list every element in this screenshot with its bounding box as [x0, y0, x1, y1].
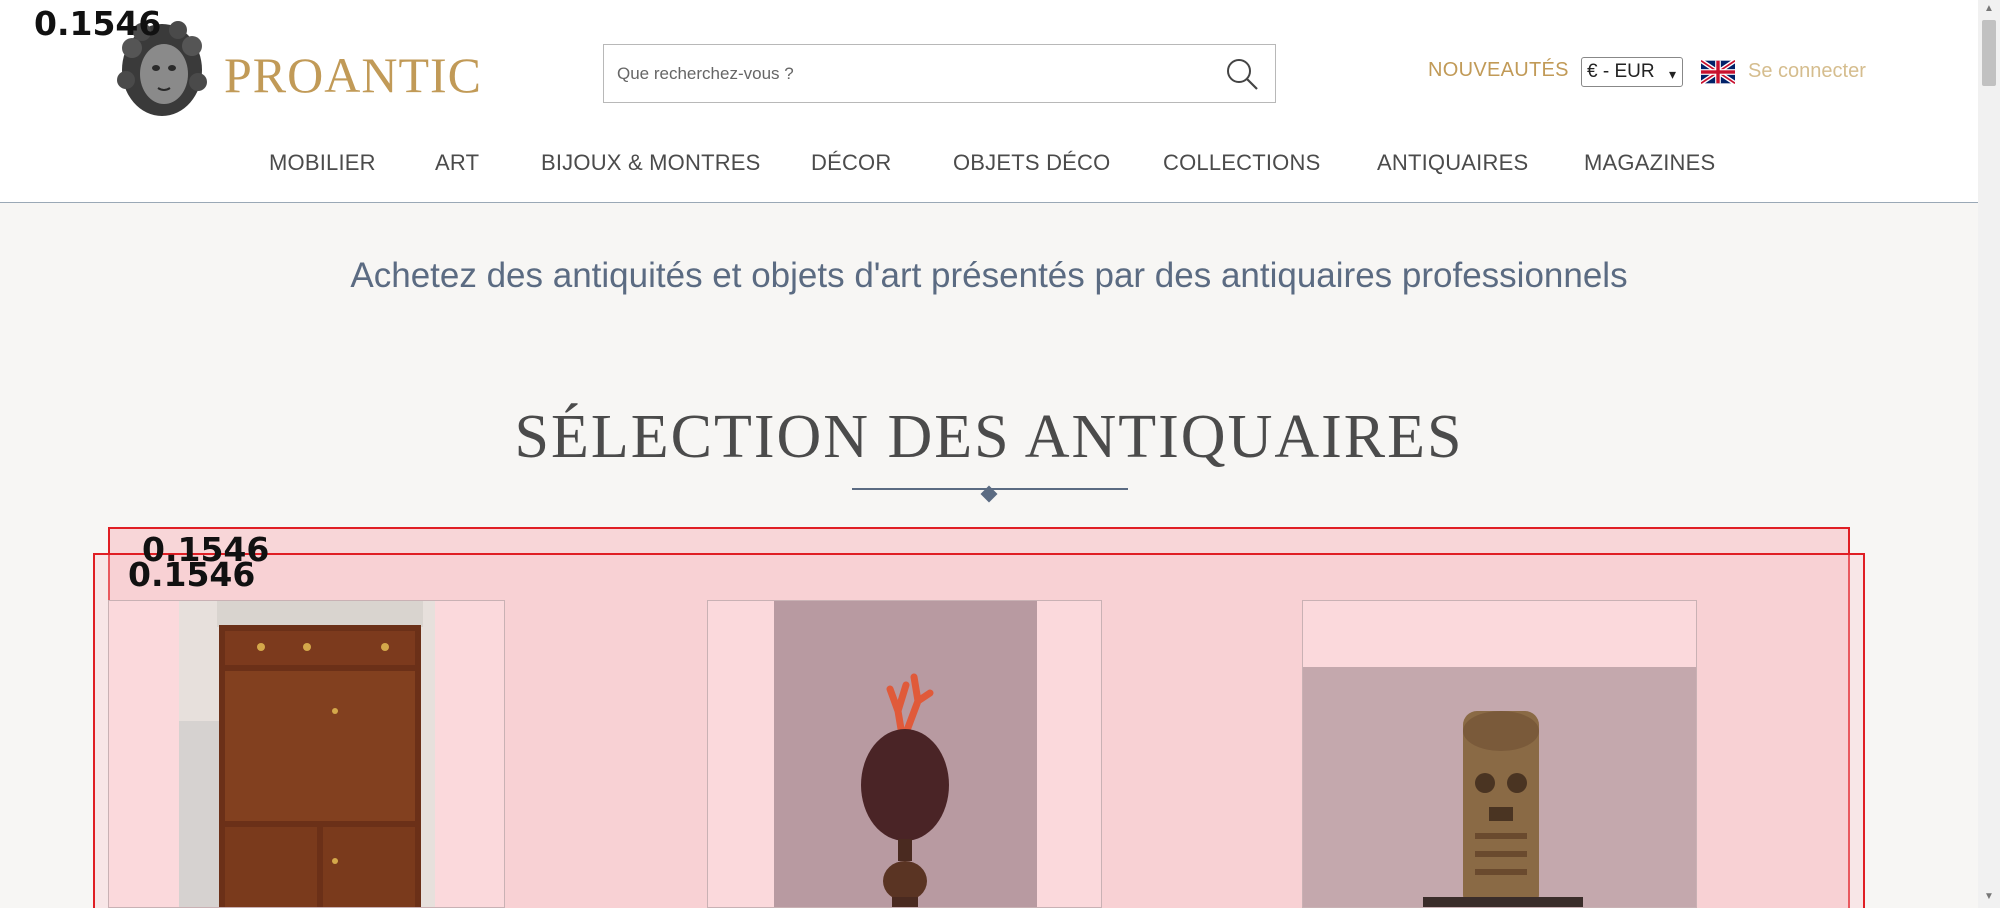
vertical-scrollbar[interactable]: ▲ ▼: [1978, 0, 2000, 908]
nav-item-antiquaires[interactable]: ANTIQUAIRES: [1377, 150, 1528, 176]
main-nav: MOBILIER ART BIJOUX & MONTRES DÉCOR OBJE…: [0, 150, 1978, 180]
login-link[interactable]: Se connecter: [1748, 60, 1866, 83]
product-card[interactable]: [1302, 600, 1697, 908]
overlay-score-label: 0.1546: [128, 555, 256, 594]
uk-flag-icon[interactable]: [1701, 59, 1735, 85]
section-title: SÉLECTION DES ANTIQUAIRES: [514, 403, 1464, 471]
nav-item-magazines[interactable]: MAGAZINES: [1584, 150, 1715, 176]
product-image-cabinet[interactable]: [109, 601, 505, 908]
scroll-up-arrow-icon[interactable]: ▲: [1982, 4, 1996, 14]
product-card[interactable]: [108, 600, 505, 908]
nav-item-bijoux-montres[interactable]: BIJOUX & MONTRES: [541, 150, 761, 176]
nouveautes-link[interactable]: NOUVEAUTÉS: [1428, 59, 1569, 82]
overlay-score-label: 0.1546: [34, 4, 162, 43]
nav-item-art[interactable]: ART: [435, 150, 479, 176]
scrollbar-thumb[interactable]: [1982, 20, 1996, 86]
search-icon[interactable]: [1225, 57, 1259, 91]
search-input[interactable]: [604, 45, 1204, 102]
scroll-down-arrow-icon[interactable]: ▼: [1982, 892, 1996, 902]
site-header: PROANTIC NOUVEAUTÉS € - EUR ▾ Se connect…: [0, 0, 1978, 203]
currency-value: € - EUR: [1587, 61, 1655, 82]
nav-item-decor[interactable]: DÉCOR: [811, 150, 891, 176]
chevron-down-icon: ▾: [1668, 66, 1676, 82]
product-image-egg-sculpture[interactable]: [708, 601, 1102, 908]
logo-text[interactable]: PROANTIC: [224, 46, 482, 104]
nav-item-mobilier[interactable]: MOBILIER: [269, 150, 376, 176]
product-image-carved-figure[interactable]: [1303, 601, 1697, 908]
search-box: [603, 44, 1276, 103]
currency-select[interactable]: € - EUR ▾: [1581, 57, 1683, 87]
nav-item-collections[interactable]: COLLECTIONS: [1163, 150, 1320, 176]
product-card[interactable]: [707, 600, 1102, 908]
page-tagline: Achetez des antiquités et objets d'art p…: [350, 256, 1628, 295]
nav-item-objets-deco[interactable]: OBJETS DÉCO: [953, 150, 1110, 176]
